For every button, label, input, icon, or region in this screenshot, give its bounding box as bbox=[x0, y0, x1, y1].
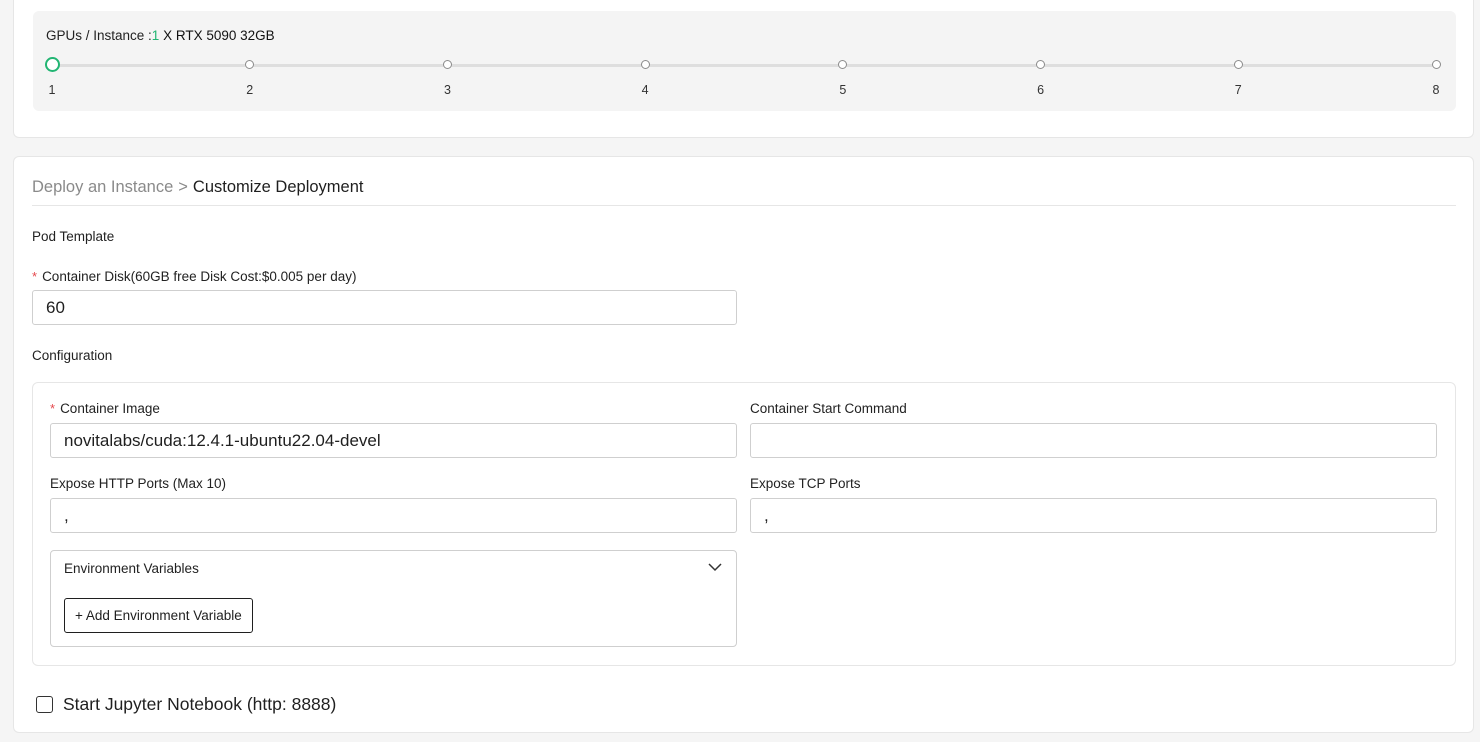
environment-variables-panel: Environment Variables + Add Environment … bbox=[50, 550, 737, 647]
breadcrumb-parent[interactable]: Deploy an Instance bbox=[32, 178, 173, 196]
gpu-slider-tick-label: 5 bbox=[839, 83, 847, 97]
jupyter-notebook-option[interactable]: Start Jupyter Notebook (http: 8888) bbox=[36, 694, 336, 715]
container-disk-input[interactable] bbox=[32, 290, 737, 325]
gpu-slider-tick-label: 2 bbox=[246, 83, 254, 97]
required-mark: * bbox=[32, 269, 38, 284]
gpu-selection-card: GPUs / Instance :1 X RTX 5090 32GB 12345… bbox=[13, 0, 1474, 138]
gpu-per-instance-label: GPUs / Instance :1 X RTX 5090 32GB bbox=[46, 28, 275, 43]
container-image-label: * Container Image bbox=[50, 401, 160, 416]
configuration-label: Configuration bbox=[32, 348, 113, 363]
container-image-label-text: Container Image bbox=[60, 401, 160, 416]
breadcrumb-separator: > bbox=[178, 178, 188, 196]
configuration-panel: * Container Image Container Start Command… bbox=[32, 382, 1456, 666]
tcp-ports-label: Expose TCP Ports bbox=[750, 476, 861, 491]
gpu-slider-tick-label: 6 bbox=[1037, 83, 1045, 97]
gpu-count: 1 bbox=[151, 28, 160, 43]
gpu-slider-tick[interactable] bbox=[838, 60, 848, 69]
gpu-slider-tick[interactable] bbox=[442, 60, 452, 69]
gpu-slider-tick[interactable] bbox=[1431, 60, 1441, 69]
gpu-slider-tick-label: 8 bbox=[1432, 83, 1440, 97]
gpu-slider-tick[interactable] bbox=[245, 60, 255, 69]
gpu-slider-tick-label: 3 bbox=[443, 83, 451, 97]
pod-template-label: Pod Template bbox=[32, 229, 115, 244]
gpu-slider-tick[interactable] bbox=[1233, 60, 1243, 69]
http-ports-label: Expose HTTP Ports (Max 10) bbox=[50, 476, 227, 491]
gpu-slider-track[interactable] bbox=[52, 64, 1436, 67]
breadcrumb: Deploy an Instance > Customize Deployment bbox=[32, 178, 363, 197]
gpu-slider-tick-label: 7 bbox=[1234, 83, 1242, 97]
required-mark: * bbox=[50, 401, 56, 416]
container-disk-label: * Container Disk(60GB free Disk Cost:$0.0… bbox=[32, 269, 356, 284]
add-environment-variable-button[interactable]: + Add Environment Variable bbox=[64, 598, 253, 633]
gpu-slider-tick[interactable] bbox=[44, 57, 60, 72]
http-ports-input[interactable] bbox=[50, 498, 737, 533]
container-image-input[interactable] bbox=[50, 423, 737, 458]
start-command-label: Container Start Command bbox=[750, 401, 907, 416]
jupyter-notebook-label: Start Jupyter Notebook (http: 8888) bbox=[63, 694, 337, 714]
jupyter-checkbox[interactable] bbox=[36, 696, 53, 713]
gpu-model: X RTX 5090 32GB bbox=[163, 28, 275, 43]
gpu-slider-tick-label: 4 bbox=[641, 83, 649, 97]
breadcrumb-divider bbox=[32, 205, 1456, 206]
gpu-slider-tick-label: 1 bbox=[48, 83, 56, 97]
tcp-ports-input[interactable] bbox=[750, 498, 1437, 533]
gpu-label-text: GPUs / Instance : bbox=[46, 28, 152, 43]
gpu-slider-tick[interactable] bbox=[640, 60, 650, 69]
deploy-card: Deploy an Instance > Customize Deployment … bbox=[13, 156, 1474, 733]
breadcrumb-current: Customize Deployment bbox=[192, 178, 364, 196]
start-command-input[interactable] bbox=[750, 423, 1437, 458]
gpu-slider-panel: GPUs / Instance :1 X RTX 5090 32GB 12345… bbox=[33, 11, 1456, 111]
gpu-slider-tick[interactable] bbox=[1036, 60, 1046, 69]
environment-variables-title: Environment Variables bbox=[64, 561, 199, 576]
chevron-down-icon[interactable] bbox=[707, 559, 723, 575]
container-disk-label-text: Container Disk(60GB free Disk Cost:$0.00… bbox=[42, 269, 357, 284]
